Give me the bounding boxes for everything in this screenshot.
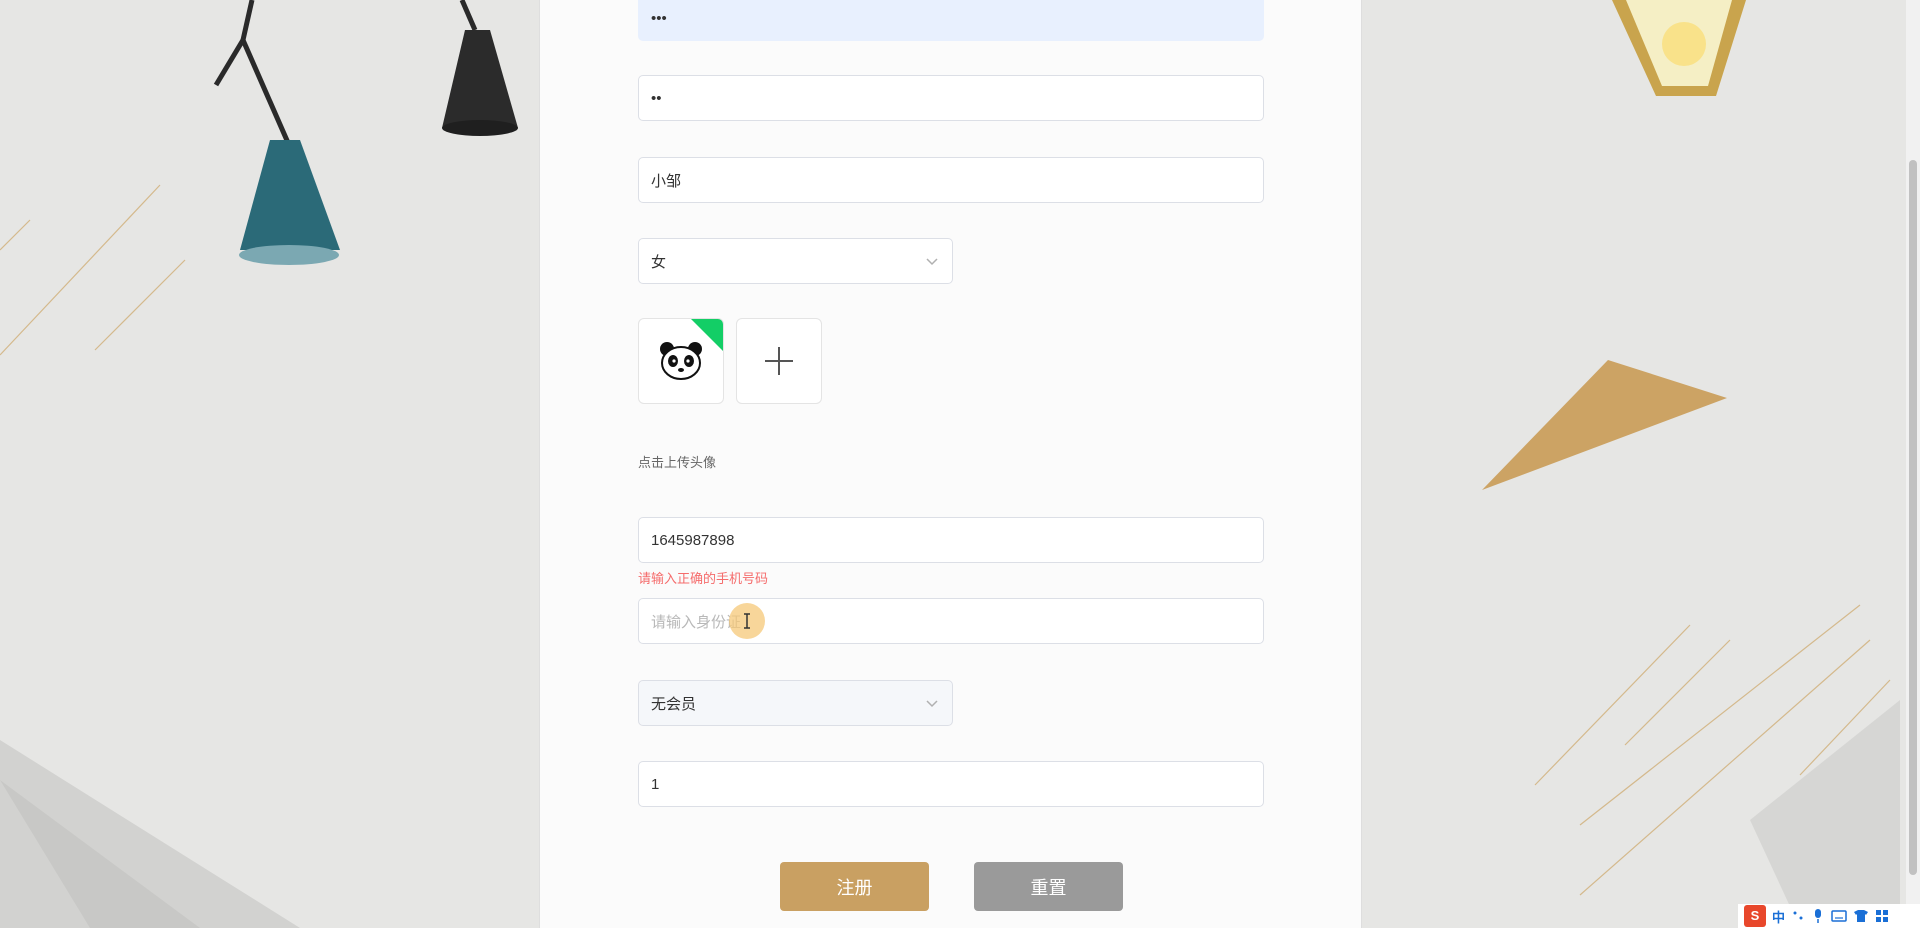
chevron-down-icon [926,258,938,266]
password-value: ••• [651,9,667,27]
extra-value: 1 [651,775,660,793]
chevron-down-icon [926,700,938,708]
nickname-value: 小邹 [651,172,682,190]
membership-select[interactable]: 无会员 [638,680,953,726]
reset-button[interactable]: 重置 [974,862,1123,911]
avatar-hint: 点击上传头像 [638,455,717,470]
plus-icon [765,347,793,375]
ime-toolbar[interactable]: S 中 [1738,904,1920,928]
gender-select[interactable]: 女 [638,238,953,284]
phone-error-message: 请输入正确的手机号码 [638,571,769,586]
toolbox-icon[interactable] [1875,909,1889,923]
sogou-logo-icon[interactable]: S [1744,905,1766,927]
skin-icon[interactable] [1853,909,1869,923]
confirm-password-value: •• [651,89,662,107]
ime-mode[interactable]: 中 [1772,907,1785,926]
keyboard-icon[interactable] [1831,909,1847,923]
confirm-password-input[interactable]: •• [638,75,1264,121]
text-cursor-icon [744,613,750,629]
microphone-icon[interactable] [1811,908,1825,924]
page-scrollbar[interactable] [1906,0,1920,928]
membership-value: 无会员 [651,695,697,713]
upload-success-icon [691,319,723,351]
id-card-placeholder: 请输入身份证 [651,613,742,631]
extra-input[interactable]: 1 [638,761,1264,807]
punctuation-icon[interactable] [1791,909,1805,923]
scroll-thumb[interactable] [1909,160,1917,875]
avatar-upload-button[interactable] [736,318,822,404]
avatar-preview[interactable] [638,318,724,404]
nickname-input[interactable]: 小邹 [638,157,1264,203]
gender-value: 女 [651,253,667,271]
phone-input[interactable]: 1645987898 [638,517,1264,563]
register-button[interactable]: 注册 [780,862,929,911]
password-input[interactable]: ••• [638,0,1264,41]
phone-value: 1645987898 [651,531,735,549]
